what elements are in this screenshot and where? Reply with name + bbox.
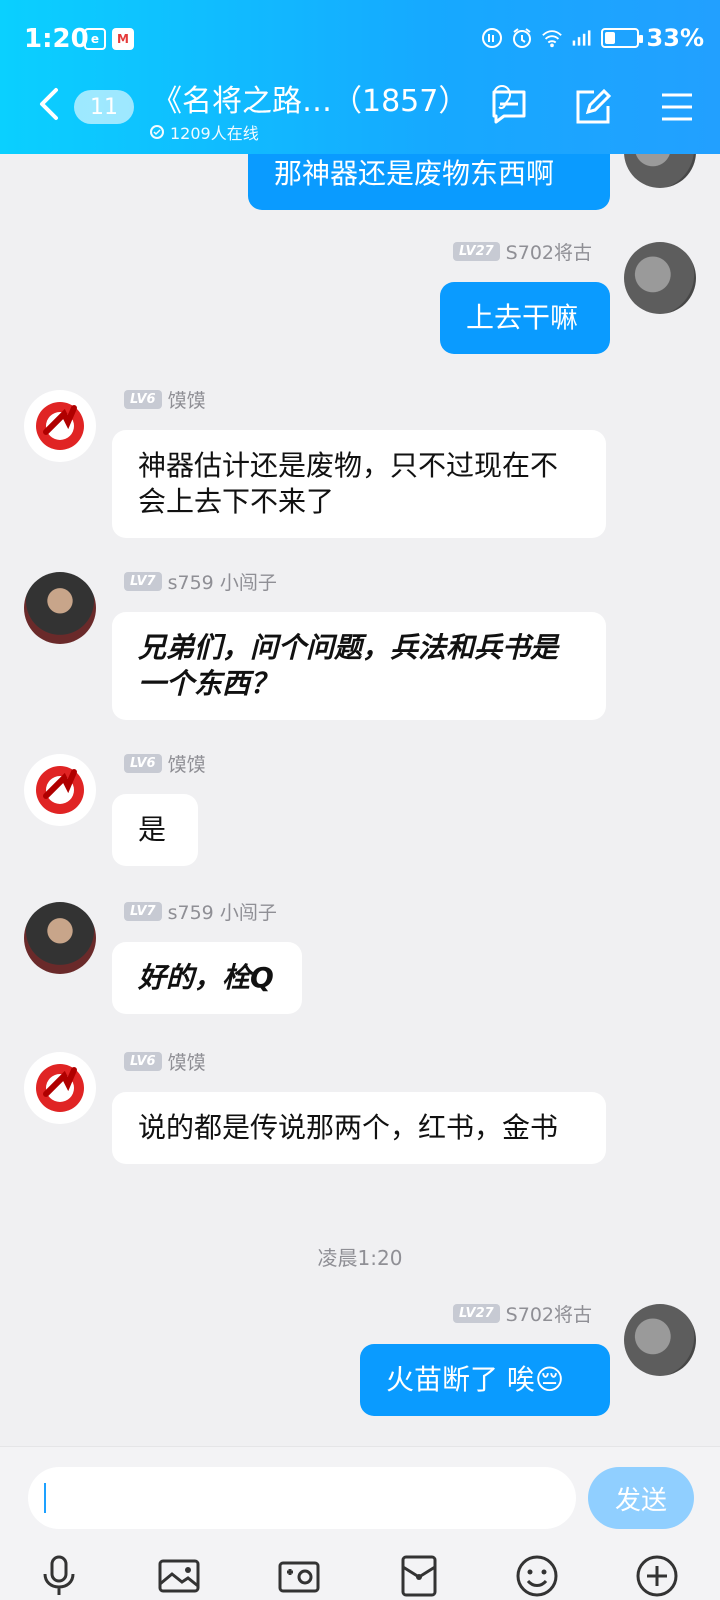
level-badge: LV27: [453, 242, 500, 261]
red-logo-icon: [36, 766, 84, 814]
plus-icon[interactable]: [634, 1553, 680, 1599]
signal-icon: [571, 27, 593, 49]
level-badge: LV7: [124, 572, 162, 591]
microphone-icon[interactable]: [36, 1553, 82, 1599]
group-name: 《名将之路…（1857）: [152, 84, 469, 119]
sender-avatar[interactable]: [24, 902, 96, 974]
message-sender: LV27 S702将古: [453, 1300, 592, 1327]
message-sender: LV6 馍馍: [124, 1048, 206, 1075]
sender-name: S702将古: [505, 242, 592, 264]
status-right: 33%: [481, 24, 704, 52]
online-count: 1209人在线: [170, 124, 259, 143]
red-logo-icon: [36, 1064, 84, 1112]
message-bubble[interactable]: 那神器还是废物东西啊: [248, 154, 610, 210]
sender-name: s759 小闯子: [167, 902, 277, 924]
sender-name: 馍馍: [167, 754, 206, 776]
level-badge: LV7: [124, 902, 162, 921]
online-status: 1209人在线: [150, 120, 259, 144]
chat-bubble-icon[interactable]: [490, 88, 528, 126]
message-sender: LV7 s759 小闯子: [124, 898, 277, 925]
image-icon[interactable]: [156, 1553, 202, 1599]
camera-icon[interactable]: [276, 1553, 322, 1599]
message-sender: LV7 s759 小闯子: [124, 568, 277, 595]
message-sender: LV6 馍馍: [124, 386, 206, 413]
sender-avatar[interactable]: [24, 572, 96, 644]
sender-name: s759 小闯子: [167, 572, 277, 594]
time-divider: 凌晨1:20: [317, 1246, 403, 1270]
alarm-icon: [511, 27, 533, 49]
send-button[interactable]: 发送: [588, 1467, 694, 1529]
back-button[interactable]: [34, 84, 64, 124]
composer: 发送: [0, 1446, 720, 1600]
sender-avatar[interactable]: [24, 754, 96, 826]
app-header: 1:20 e M 33% 11 《名将之路…（1857） 1209人在线: [0, 0, 720, 154]
message-sender: LV6 馍馍: [124, 750, 206, 777]
message-bubble[interactable]: 说的都是传说那两个，红书，金书: [112, 1092, 606, 1164]
edit-icon[interactable]: [574, 88, 612, 126]
header-actions: [490, 88, 696, 126]
status-bar: 1:20 e M 33%: [0, 20, 720, 60]
sender-name: 馍馍: [167, 390, 206, 412]
sad-emoji-icon: 😔: [534, 1363, 565, 1396]
message-bubble[interactable]: 兄弟们，问个问题，兵法和兵书是一个东西？: [112, 612, 606, 720]
menu-icon[interactable]: [658, 88, 696, 126]
emoji-icon[interactable]: [514, 1553, 560, 1599]
battery-icon: [600, 28, 643, 48]
level-badge: LV27: [453, 1304, 500, 1323]
red-logo-icon: [36, 402, 84, 450]
check-circle-icon: [150, 125, 164, 139]
unread-count-badge[interactable]: 11: [74, 90, 134, 124]
level-badge: LV6: [124, 1052, 162, 1071]
level-badge: LV6: [124, 390, 162, 409]
my-avatar[interactable]: [624, 1304, 696, 1376]
text-caret: [44, 1483, 46, 1513]
message-list[interactable]: 那神器还是废物东西啊 LV27 S702将古 上去干嘛 LV6 馍馍 神器估计还…: [0, 154, 720, 1446]
level-badge: LV6: [124, 754, 162, 773]
message-sender: LV27 S702将古: [453, 238, 592, 265]
volte-icon: [481, 27, 503, 49]
message-bubble[interactable]: 火苗断了 唉😔: [360, 1344, 610, 1416]
message-bubble[interactable]: 是: [112, 794, 198, 866]
sender-avatar[interactable]: [24, 390, 96, 462]
wifi-icon: [541, 27, 563, 49]
chevron-left-icon: [40, 88, 58, 120]
message-bubble[interactable]: 上去干嘛: [440, 282, 610, 354]
sender-name: 馍馍: [167, 1052, 206, 1074]
message-bubble[interactable]: 神器估计还是废物，只不过现在不会上去下不来了: [112, 430, 606, 538]
battery-percent: 33%: [646, 24, 704, 52]
red-packet-icon[interactable]: [396, 1553, 442, 1599]
sender-name: S702将古: [505, 1304, 592, 1326]
notification-icons: e M: [84, 28, 134, 50]
message-bubble[interactable]: 好的，栓Q: [112, 942, 302, 1014]
composer-toolbar: [0, 1545, 720, 1600]
chat-nav: 11 《名将之路…（1857） 1209人在线: [0, 76, 720, 146]
sender-avatar[interactable]: [24, 1052, 96, 1124]
message-input[interactable]: [28, 1467, 576, 1529]
status-time: 1:20: [24, 24, 89, 54]
group-title[interactable]: 《名将之路…（1857）: [152, 76, 512, 120]
my-avatar[interactable]: [624, 154, 696, 188]
message-text: 火苗断了 唉: [386, 1363, 535, 1396]
my-avatar[interactable]: [624, 242, 696, 314]
app-notification-icon: e: [84, 28, 106, 50]
bank-notification-icon: M: [112, 28, 134, 50]
battery-level: [604, 32, 615, 44]
